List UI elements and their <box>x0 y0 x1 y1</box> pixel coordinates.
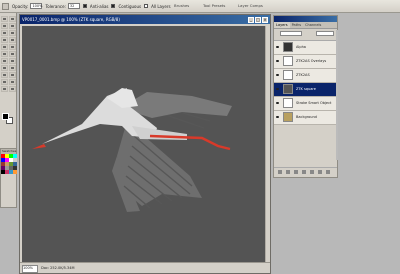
visibility-eye-icon[interactable] <box>275 72 280 77</box>
color-picker[interactable] <box>2 113 14 125</box>
trash-icon[interactable] <box>326 170 330 174</box>
visibility-eye-icon[interactable] <box>275 114 280 119</box>
opacity-label: Opacity: <box>12 3 29 9</box>
layer-name: Stroke Smart Object <box>296 101 332 105</box>
document-titlebar[interactable]: VP0017_0001.bmp @ 100% (ZTK square, RGB/… <box>20 15 270 24</box>
tolerance-input[interactable]: 32 <box>67 3 80 9</box>
swatches-panel: Swatches <box>0 148 17 208</box>
layer-opacity-input[interactable] <box>316 31 334 36</box>
layer-style-icon[interactable] <box>286 170 290 174</box>
layers-tabs: Layers Paths Channels <box>274 22 337 29</box>
all-layers-checkbox[interactable] <box>144 4 149 8</box>
layer-thumbnail <box>283 42 293 52</box>
layer-thumbnail <box>283 70 293 80</box>
stork-beak <box>32 144 46 149</box>
visibility-eye-icon[interactable] <box>275 86 280 91</box>
visibility-eye-icon[interactable] <box>275 58 280 63</box>
contiguous-label: Contiguous <box>118 3 142 9</box>
layer-row[interactable]: Stroke Smart Object <box>274 97 337 111</box>
healing-tool-icon[interactable] <box>1 37 8 43</box>
tab-layers[interactable]: Layers <box>274 22 290 28</box>
brush-tool-icon[interactable] <box>9 37 16 43</box>
notes-tool-icon[interactable] <box>1 79 8 85</box>
minimize-icon[interactable]: _ <box>248 16 254 23</box>
stork-image <box>32 88 232 212</box>
lasso-tool-icon[interactable] <box>1 23 8 29</box>
all-layers-label: All Layers <box>151 3 171 9</box>
layer-thumbnail <box>283 112 293 122</box>
blend-mode-select[interactable] <box>280 31 302 36</box>
maximize-icon[interactable]: □ <box>255 16 261 23</box>
crop-tool-icon[interactable] <box>1 30 8 36</box>
layer-row[interactable]: Alpha <box>274 41 337 55</box>
layer-name: Alpha <box>296 45 306 49</box>
canvas-scrollbar[interactable] <box>265 26 270 264</box>
tolerance-label: Tolerance: <box>45 3 66 9</box>
tab-layer-comps[interactable]: Layer Comps <box>236 1 265 10</box>
layers-footer <box>274 167 337 177</box>
swatch-grid <box>1 154 17 174</box>
layer-name: ZTK2AS <box>296 73 310 77</box>
layer-name: ZTK square <box>296 87 316 91</box>
foreground-color-swatch[interactable] <box>2 113 9 120</box>
hand-tool-icon[interactable] <box>1 86 8 92</box>
pen-tool-icon[interactable] <box>1 72 8 78</box>
tab-channels[interactable]: Channels <box>303 22 323 28</box>
layer-name: Background <box>296 115 317 119</box>
document-title: VP0017_0001.bmp @ 100% (ZTK square, RGB/… <box>22 17 120 22</box>
layer-thumbnail <box>283 56 293 66</box>
tool-preset-icon[interactable] <box>2 2 9 10</box>
doc-size-text: Doc: 252.0K/5.34M <box>41 266 75 270</box>
antialias-label: Anti-alias <box>89 3 109 9</box>
layer-thumbnail <box>283 98 293 108</box>
toolbox <box>0 13 17 165</box>
status-bar: 100% Doc: 252.0K/5.34M <box>20 262 270 273</box>
type-tool-icon[interactable] <box>9 65 16 71</box>
document-window: VP0017_0001.bmp @ 100% (ZTK square, RGB/… <box>19 14 271 274</box>
layer-row[interactable]: ZTK2AS <box>274 69 337 83</box>
eyedropper-tool-icon[interactable] <box>9 79 16 85</box>
layer-mask-icon[interactable] <box>294 170 298 174</box>
new-layer-icon[interactable] <box>318 170 322 174</box>
options-bar: Opacity: 100% Tolerance: 32 Anti-alias C… <box>0 0 400 13</box>
tab-brushes[interactable]: Brushes <box>172 1 191 10</box>
history-brush-tool-icon[interactable] <box>9 44 16 50</box>
layers-panel: Layers Paths Channels Alpha ZTK2AS Overl… <box>273 15 338 178</box>
layer-name: ZTK2AS Overlays <box>296 59 327 63</box>
zoom-tool-icon[interactable] <box>9 86 16 92</box>
antialias-checkbox[interactable] <box>82 4 87 8</box>
swatch[interactable] <box>13 170 17 174</box>
slice-tool-icon[interactable] <box>9 30 16 36</box>
shape-tool-icon[interactable] <box>9 72 16 78</box>
tab-tool-presets[interactable]: Tool Presets <box>201 1 227 10</box>
zoom-field[interactable]: 100% <box>22 265 38 273</box>
opacity-input[interactable]: 100% <box>30 3 42 9</box>
path-select-tool-icon[interactable] <box>1 65 8 71</box>
visibility-eye-icon[interactable] <box>275 100 280 105</box>
stamp-tool-icon[interactable] <box>1 44 8 50</box>
eraser-tool-icon[interactable] <box>1 51 8 57</box>
move-tool-icon[interactable] <box>1 16 8 22</box>
image-canvas[interactable] <box>22 26 266 264</box>
magic-wand-tool-icon[interactable] <box>9 23 16 29</box>
close-icon[interactable]: × <box>262 16 268 23</box>
tab-paths[interactable]: Paths <box>290 22 304 28</box>
layer-row-selected[interactable]: ZTK square <box>274 83 337 97</box>
link-layers-icon[interactable] <box>278 170 282 174</box>
contiguous-checkbox[interactable] <box>111 4 116 8</box>
layer-options <box>274 29 337 41</box>
blur-tool-icon[interactable] <box>1 58 8 64</box>
gradient-tool-icon[interactable] <box>9 51 16 57</box>
layer-row[interactable]: ZTK2AS Overlays <box>274 55 337 69</box>
marquee-tool-icon[interactable] <box>9 16 16 22</box>
dodge-tool-icon[interactable] <box>9 58 16 64</box>
layer-row[interactable]: Background <box>274 111 337 125</box>
adjustment-layer-icon[interactable] <box>302 170 306 174</box>
layer-thumbnail <box>283 84 293 94</box>
layers-scrollbar[interactable] <box>336 30 338 160</box>
visibility-eye-icon[interactable] <box>275 44 280 49</box>
new-group-icon[interactable] <box>310 170 314 174</box>
